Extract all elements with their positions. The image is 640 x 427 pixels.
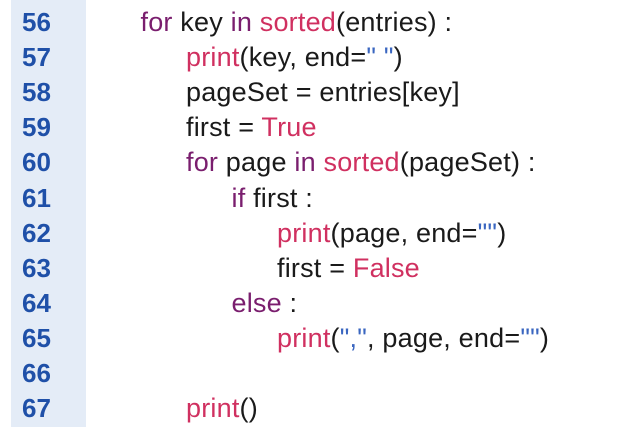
code-token: ) bbox=[497, 217, 507, 248]
code-token: sorted bbox=[323, 147, 400, 178]
code-line: 67 print() bbox=[0, 391, 640, 426]
code-token: for bbox=[186, 147, 219, 178]
code-token: " " bbox=[366, 42, 394, 73]
code-token: () bbox=[239, 393, 258, 424]
code-token: False bbox=[352, 252, 420, 283]
code-token: (page, end= bbox=[330, 217, 478, 248]
code-token: (key, end= bbox=[239, 42, 367, 73]
code-text: print(",", page, end="") bbox=[277, 321, 549, 356]
code-line: 57 print(key, end=" ") bbox=[0, 40, 640, 75]
code-token: "," bbox=[339, 322, 368, 353]
code-token: (pageSet) : bbox=[399, 147, 536, 178]
code-token: print bbox=[277, 322, 331, 353]
code-token: for bbox=[140, 7, 173, 37]
code-token: first = bbox=[186, 112, 262, 143]
code-token: ( bbox=[330, 322, 340, 353]
line-number: 63 bbox=[22, 252, 51, 283]
code-text: for page in sorted(pageSet) : bbox=[186, 145, 536, 180]
code-text: if first : bbox=[232, 181, 314, 216]
code-token: pageSet = entries[key] bbox=[186, 77, 460, 108]
code-line: 59 first = True bbox=[0, 110, 640, 145]
code-token: print bbox=[277, 217, 331, 248]
code-text: print() bbox=[186, 391, 258, 426]
code-token: print bbox=[186, 393, 240, 424]
code-line: 64 else : bbox=[0, 286, 640, 321]
code-token: : bbox=[281, 287, 298, 318]
code-token: print bbox=[186, 42, 240, 73]
line-number: 61 bbox=[22, 182, 51, 213]
code-line: 62 print(page, end="") bbox=[0, 216, 640, 251]
line-number: 67 bbox=[22, 393, 51, 424]
line-number: 57 bbox=[22, 42, 51, 73]
code-text: first = True bbox=[186, 110, 317, 145]
code-token: True bbox=[261, 112, 317, 143]
line-number: 56 bbox=[22, 7, 51, 37]
line-number: 60 bbox=[22, 147, 51, 178]
line-number: 64 bbox=[22, 287, 51, 318]
code-token: in bbox=[230, 7, 253, 37]
line-number: 62 bbox=[22, 217, 51, 248]
code-token: sorted bbox=[259, 7, 337, 37]
code-token: else bbox=[231, 287, 282, 318]
code-line: 63 first = False bbox=[0, 251, 640, 286]
code-token: , page, end= bbox=[367, 322, 521, 353]
code-token: key bbox=[172, 7, 231, 37]
code-token: "" bbox=[520, 322, 540, 353]
code-line: 56 for key in sorted(entries) : bbox=[0, 5, 640, 40]
code-line: 66 bbox=[0, 356, 640, 391]
code-line: 58 pageSet = entries[key] bbox=[0, 75, 640, 110]
code-line: 60 for page in sorted(pageSet) : bbox=[0, 145, 640, 180]
code-line: 65 print(",", page, end="") bbox=[0, 321, 640, 356]
line-number: 66 bbox=[22, 358, 51, 388]
code-token: if bbox=[231, 182, 246, 213]
code-text: print(page, end="") bbox=[277, 216, 506, 251]
code-listing: 56 for key in sorted(entries) :57 print(ke… bbox=[0, 0, 640, 427]
code-token: "" bbox=[477, 217, 498, 248]
code-token: first = bbox=[277, 252, 353, 283]
line-number: 58 bbox=[22, 77, 51, 108]
line-number: 65 bbox=[22, 322, 51, 353]
code-token: ) bbox=[393, 42, 403, 73]
code-token: first : bbox=[245, 182, 314, 213]
code-token: ) bbox=[539, 322, 550, 353]
code-text: pageSet = entries[key] bbox=[186, 75, 460, 110]
code-token: (entries) : bbox=[336, 7, 453, 37]
code-text: print(key, end=" ") bbox=[186, 40, 403, 75]
code-token: page bbox=[218, 147, 295, 178]
line-number: 59 bbox=[22, 112, 51, 143]
code-text: else : bbox=[232, 286, 298, 321]
code-token: in bbox=[294, 147, 316, 178]
code-line: 61 if first : bbox=[0, 181, 640, 216]
code-text: for key in sorted(entries) : bbox=[141, 5, 453, 40]
code-text: first = False bbox=[277, 251, 420, 286]
